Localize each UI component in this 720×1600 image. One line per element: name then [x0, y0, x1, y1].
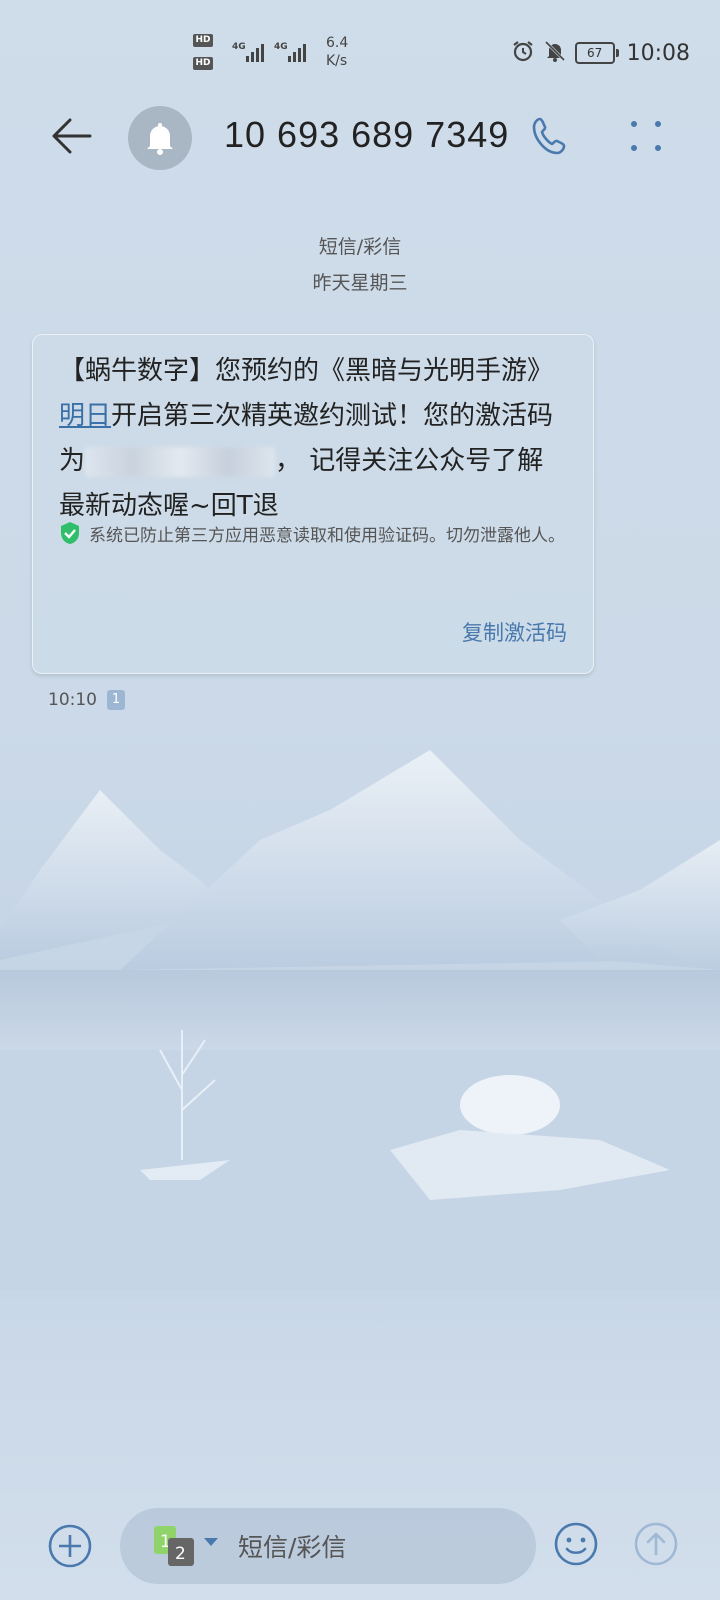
shield-icon [59, 521, 81, 555]
background-scenery [0, 730, 720, 1290]
status-right: 67 10:08 [511, 38, 690, 68]
message-timestamp: 10:10 1 [48, 690, 125, 710]
message-text: 【蜗牛数字】您预约的《黑暗与光明手游》明日开启第三次精英邀约测试！您的激活码为，… [59, 349, 569, 529]
status-bar: HD HD 4G 4G 6.4 K/s 67 10:08 [0, 0, 720, 100]
mute-icon [543, 39, 567, 67]
bell-icon [147, 123, 173, 155]
security-note: 系统已防止第三方应用恶意读取和使用验证码。切勿泄露他人。 [59, 521, 569, 555]
avatar[interactable] [128, 106, 192, 170]
redacted-code [85, 446, 276, 477]
back-arrow-icon [52, 118, 92, 154]
plus-icon [48, 1524, 92, 1568]
message-input[interactable]: 1 2 短信/彩信 [120, 1508, 536, 1584]
sim-switch-button[interactable]: 1 2 [154, 1526, 224, 1568]
date-link[interactable]: 明日 [59, 401, 111, 431]
svg-text:4G: 4G [274, 42, 288, 52]
network-speed: 6.4 K/s [326, 34, 348, 70]
send-arrow-icon [634, 1522, 678, 1566]
signal-icon: 4G [232, 40, 272, 64]
signal-icon: 4G [274, 40, 314, 64]
compose-bar: 1 2 短信/彩信 [0, 1500, 720, 1600]
clock: 10:08 [626, 40, 690, 66]
attach-button[interactable] [46, 1522, 94, 1570]
message-time: 10:10 [48, 690, 97, 710]
message-date: 昨天星期三 [312, 272, 408, 294]
hd-badge: HD [193, 34, 213, 47]
contact-number: 10 693 689 7349 [224, 114, 510, 155]
smiley-icon [554, 1522, 598, 1566]
sim-badge: 1 [107, 690, 125, 710]
send-button[interactable] [632, 1520, 680, 1568]
more-dots-icon [631, 121, 661, 151]
hd-badge: HD [193, 57, 213, 70]
message-bubble[interactable]: 【蜗牛数字】您预约的《黑暗与光明手游》明日开启第三次精英邀约测试！您的激活码为，… [32, 334, 594, 674]
svg-text:4G: 4G [232, 42, 246, 52]
message-text-part: 【蜗牛数字】您预约的《黑暗与光明手游》 [59, 356, 554, 386]
battery-icon: 67 [574, 42, 619, 64]
emoji-button[interactable] [552, 1520, 600, 1568]
phone-icon [532, 117, 566, 155]
back-button[interactable] [46, 110, 98, 162]
more-button[interactable] [626, 118, 666, 158]
message-type-label: 短信/彩信 [318, 236, 402, 258]
alarm-icon [511, 39, 535, 67]
call-button[interactable] [528, 113, 576, 161]
input-placeholder: 短信/彩信 [238, 1533, 347, 1562]
svg-text:2: 2 [175, 1544, 186, 1564]
speed-unit: K/s [326, 53, 348, 69]
security-note-text: 系统已防止第三方应用恶意读取和使用验证码。切勿泄露他人。 [89, 526, 565, 546]
speed-value: 6.4 [326, 35, 349, 51]
copy-code-button[interactable]: 复制激活码 [462, 617, 567, 647]
sim-card-icon: 1 2 [154, 1526, 218, 1566]
